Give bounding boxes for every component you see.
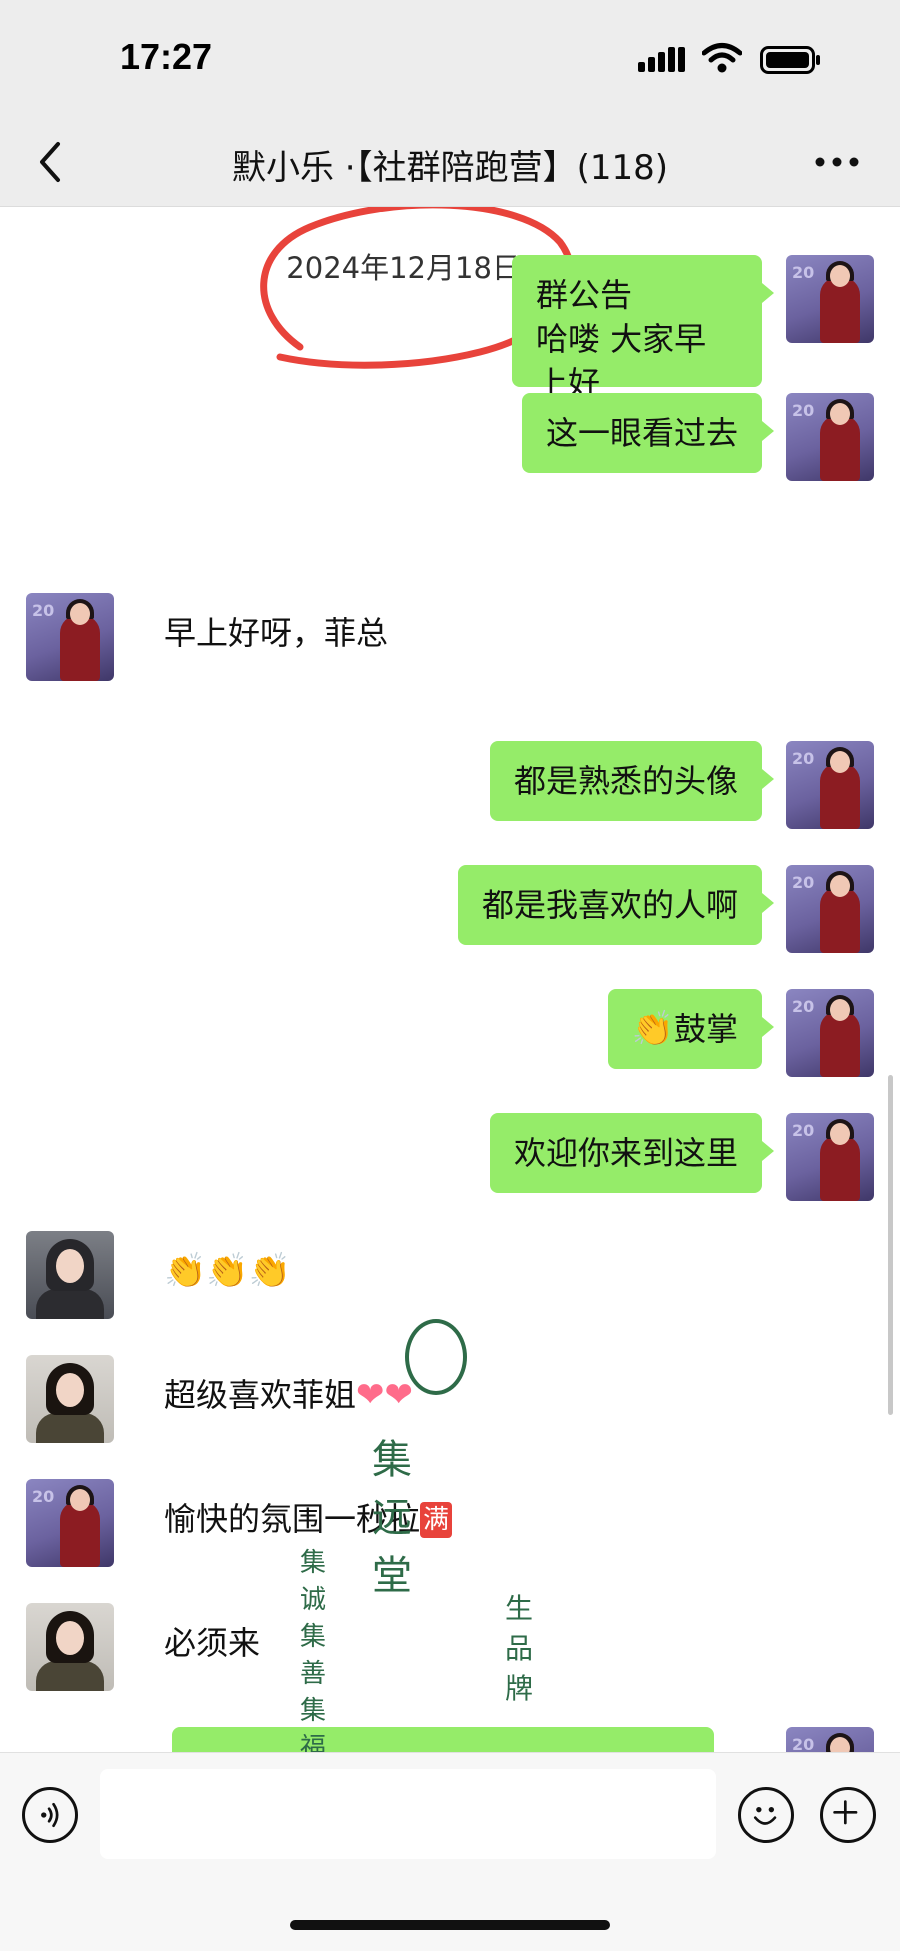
- message-input[interactable]: [100, 1769, 716, 1859]
- message-bubble[interactable]: 👏鼓掌: [607, 989, 775, 1069]
- avatar[interactable]: 20: [786, 989, 874, 1077]
- message-text: 愉快的氛围一秒拉: [164, 1500, 421, 1538]
- status-bar: 17:27: [0, 0, 900, 118]
- avatar[interactable]: 20: [26, 1479, 114, 1567]
- home-indicator: [290, 1920, 610, 1930]
- scrollbar[interactable]: [888, 1075, 893, 1415]
- message-bubble[interactable]: 欢迎你来到这里: [489, 1113, 775, 1193]
- chat-message-list[interactable]: 2024年12月18日 09:00 群公告 哈喽 大家早上好 20 这一眼看过去…: [0, 207, 900, 1752]
- message-bubble[interactable]: 愉快的氛围一秒拉满: [140, 1479, 477, 1559]
- avatar[interactable]: 20: [786, 1727, 874, 1752]
- chat-header: 默小乐 ·【社群陪跑营】(118): [0, 118, 900, 207]
- message-text: 鼓掌: [673, 1010, 738, 1048]
- avatar[interactable]: 20: [786, 255, 874, 343]
- watermark-slogan: 集诚 集善 集福: [300, 1548, 335, 1752]
- message-bubble[interactable]: 这一眼看过去: [521, 393, 775, 473]
- full-badge-emoji: 满: [420, 1502, 453, 1538]
- wifi-icon: [702, 43, 742, 73]
- message-bubble[interactable]: [172, 1727, 714, 1752]
- message-bubble[interactable]: 早上好呀，菲总: [140, 593, 413, 673]
- emoji-face-icon[interactable]: [738, 1787, 794, 1843]
- avatar[interactable]: 20: [786, 865, 874, 953]
- heart-emoji: ❤❤: [356, 1375, 413, 1415]
- plus-circle-icon[interactable]: [820, 1787, 876, 1843]
- clap-emoji: 👏: [631, 1009, 674, 1049]
- avatar[interactable]: 20: [26, 593, 114, 681]
- message-bubble[interactable]: 必须来: [140, 1603, 285, 1683]
- avatar[interactable]: 20: [786, 393, 874, 481]
- input-bar: [0, 1752, 900, 1951]
- message-bubble[interactable]: 群公告 哈喽 大家早上好: [512, 255, 774, 402]
- voice-icon[interactable]: [22, 1787, 78, 1843]
- message-text: 超级喜欢菲姐: [164, 1376, 357, 1414]
- clap-emoji: 👏👏👏: [164, 1251, 292, 1291]
- avatar[interactable]: [26, 1231, 114, 1319]
- watermark-brand: 生品牌: [505, 1592, 538, 1705]
- chat-title: 默小乐 ·【社群陪跑营】(118): [231, 148, 669, 188]
- more-horizontal-icon[interactable]: [812, 138, 862, 186]
- avatar[interactable]: 20: [786, 1113, 874, 1201]
- avatar[interactable]: [26, 1603, 114, 1691]
- chevron-left-icon[interactable]: [30, 134, 74, 190]
- avatar[interactable]: [26, 1355, 114, 1443]
- battery-icon: [760, 46, 820, 74]
- status-time: 17:27: [120, 36, 213, 77]
- message-bubble[interactable]: 超级喜欢菲姐❤❤: [140, 1355, 437, 1435]
- avatar[interactable]: 20: [786, 741, 874, 829]
- message-bubble[interactable]: 都是熟悉的头像: [489, 741, 775, 821]
- message-bubble[interactable]: 👏👏👏: [140, 1231, 316, 1311]
- message-bubble[interactable]: 都是我喜欢的人啊: [457, 865, 775, 945]
- signal-icon: [638, 47, 685, 72]
